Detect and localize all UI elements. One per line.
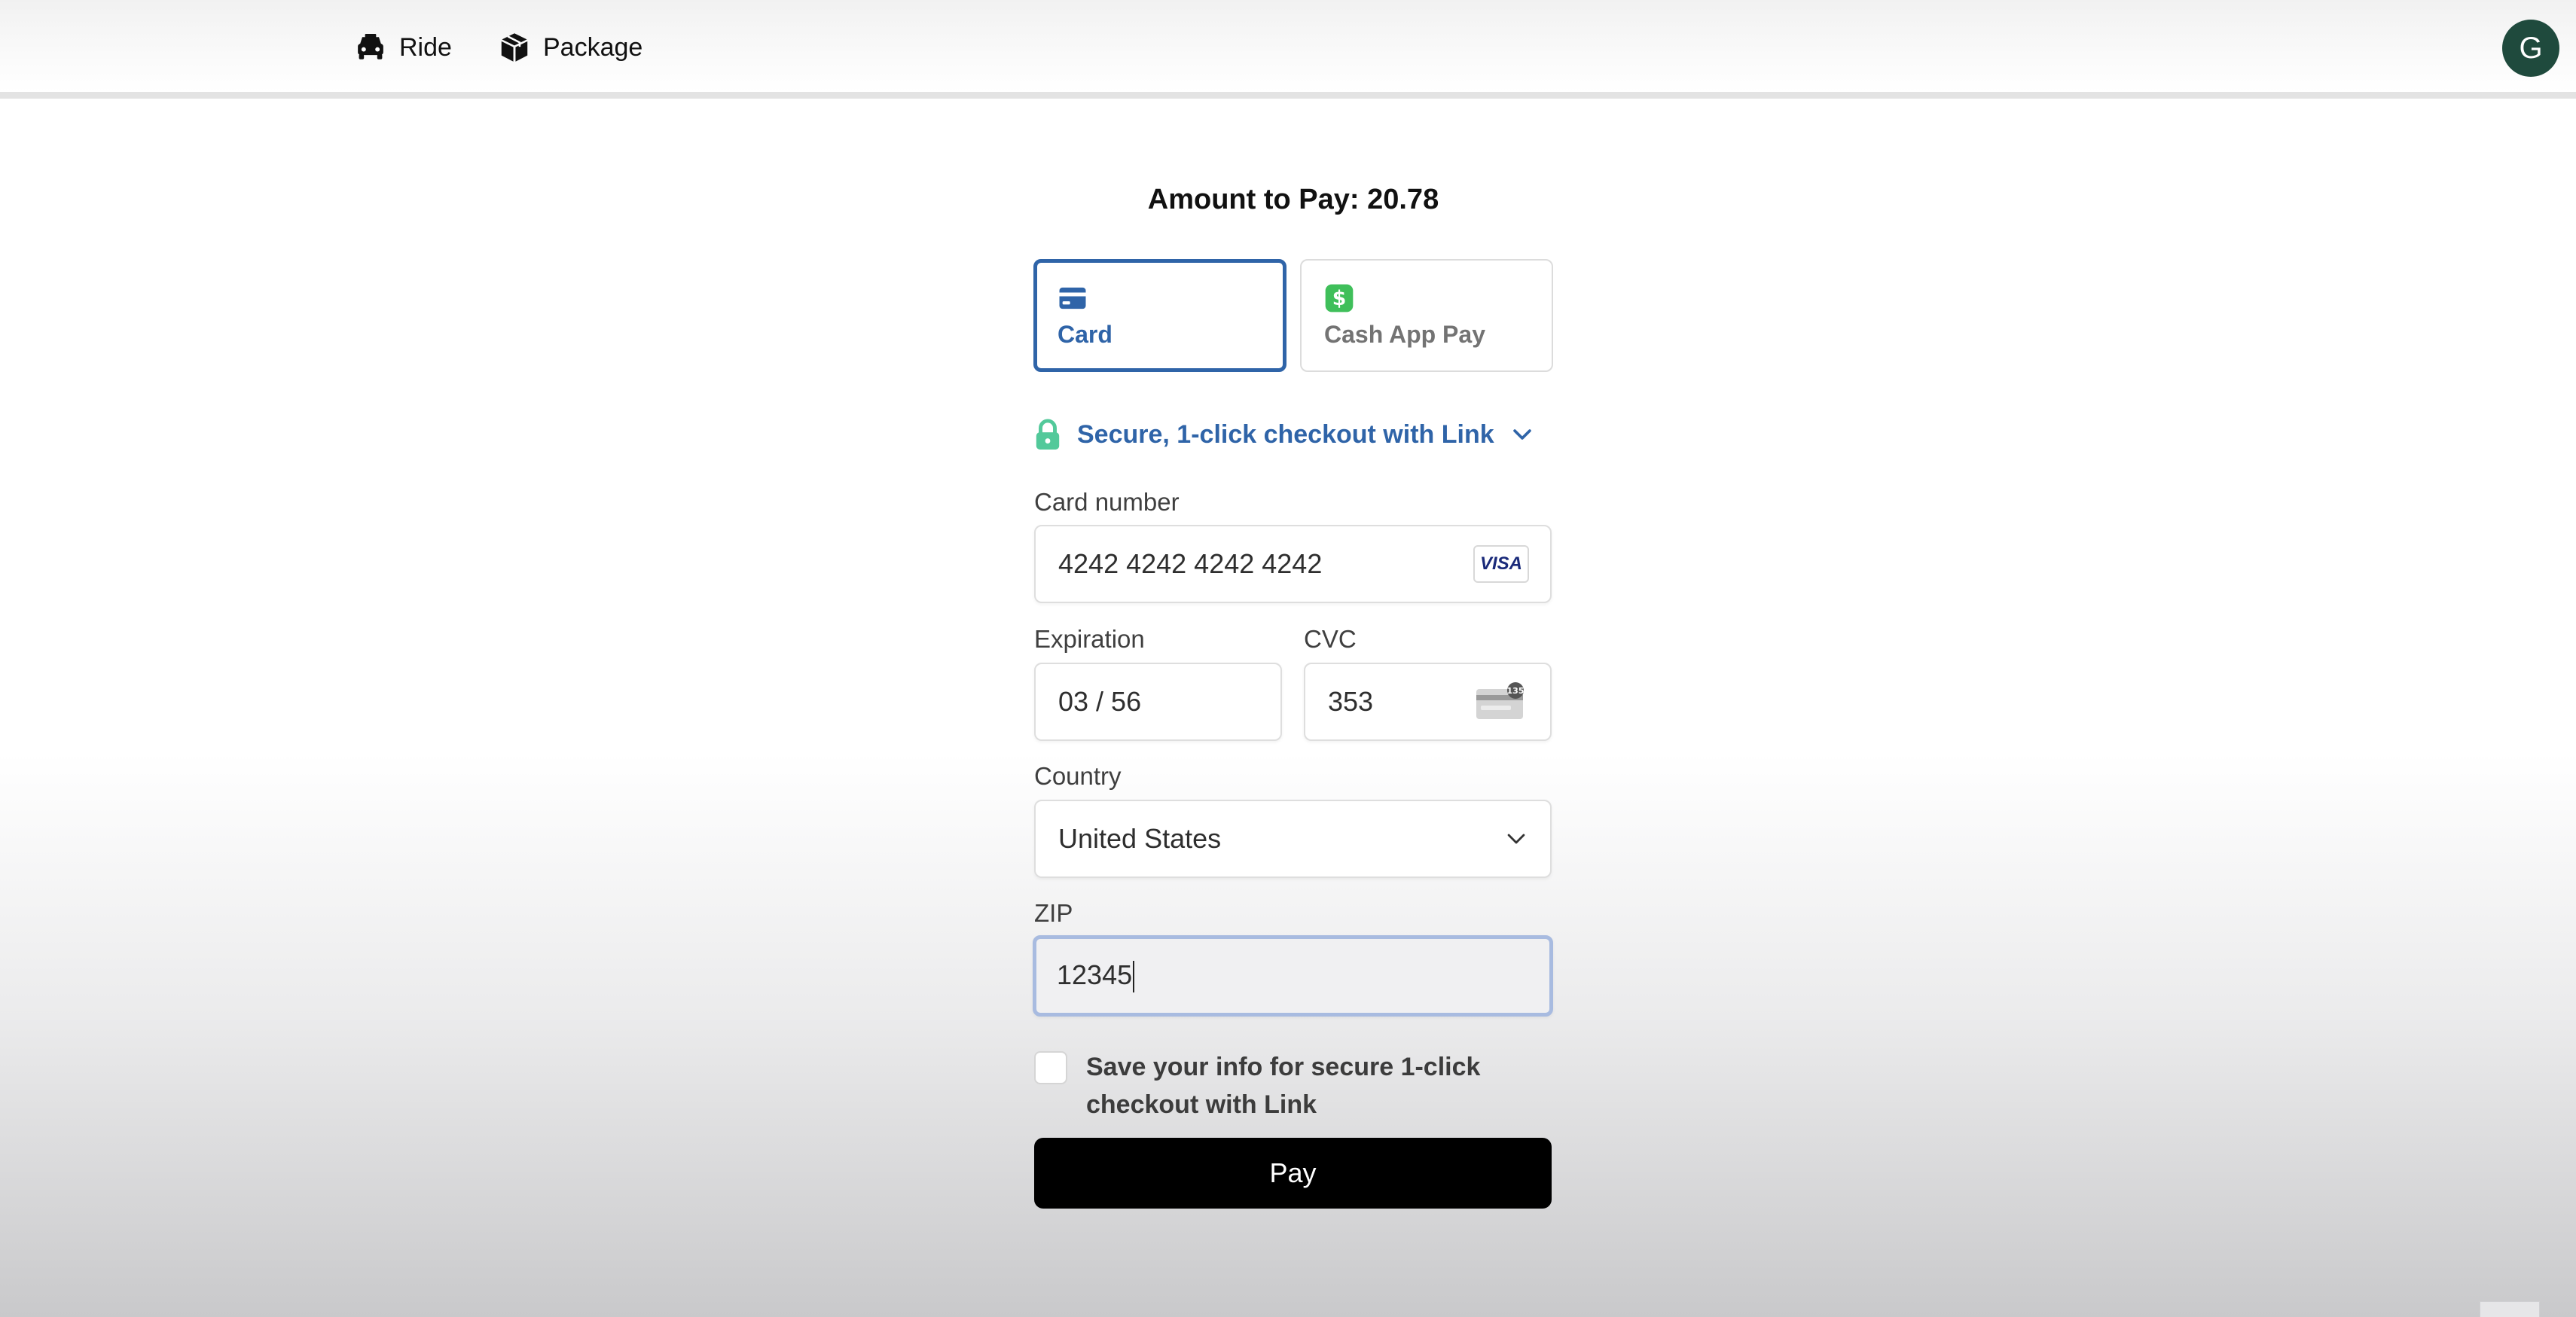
cvc-hint-text: 135 <box>1507 686 1525 696</box>
country-value: United States <box>1058 823 1222 854</box>
chevron-down-icon <box>1512 429 1531 440</box>
svg-text:$: $ <box>1332 287 1347 310</box>
nav-package-label: Package <box>543 32 643 62</box>
zip-field[interactable]: 12345 <box>1033 935 1553 1017</box>
corner-widget <box>2480 1301 2540 1317</box>
card-number-field[interactable]: 4242 4242 4242 4242 VISA <box>1034 525 1552 603</box>
text-caret <box>1133 961 1135 993</box>
package-icon <box>501 33 528 62</box>
pay-button[interactable]: Pay <box>1034 1138 1552 1209</box>
tab-card[interactable]: Card <box>1033 259 1286 372</box>
nav-ride-label: Ride <box>399 32 452 62</box>
cvc-label: CVC <box>1304 625 1357 653</box>
user-avatar[interactable]: G <box>2502 20 2559 77</box>
link-checkout-toggle[interactable]: Secure, 1-click checkout with Link <box>1033 416 1535 453</box>
cash-app-icon: $ <box>1325 284 1354 312</box>
expiration-field[interactable]: 03 / 56 <box>1034 663 1282 741</box>
expiration-value: 03 / 56 <box>1058 686 1142 717</box>
lock-icon <box>1036 419 1060 450</box>
avatar-initial: G <box>2519 31 2543 65</box>
tab-card-label: Card <box>1058 321 1113 348</box>
card-icon <box>1059 287 1086 309</box>
card-number-label: Card number <box>1034 488 1180 516</box>
car-icon <box>358 34 383 59</box>
save-info-label[interactable]: Save your info for secure 1-click checko… <box>1086 1048 1538 1123</box>
nav-ride[interactable]: Ride <box>354 27 452 68</box>
cvc-value: 353 <box>1328 686 1374 717</box>
expiration-label: Expiration <box>1034 625 1145 653</box>
tab-cash-app-label: Cash App Pay <box>1324 321 1485 348</box>
cvc-field[interactable]: 353 135 <box>1304 663 1552 741</box>
cvc-card-icon: 135 <box>1476 682 1525 719</box>
zip-label: ZIP <box>1034 899 1073 927</box>
tab-cash-app-pay[interactable]: $ Cash App Pay <box>1300 259 1553 372</box>
card-brand-text: VISA <box>1479 553 1522 574</box>
card-number-value: 4242 4242 4242 4242 <box>1058 548 1323 579</box>
zip-value: 12345 <box>1057 959 1133 990</box>
amount-to-pay: Amount to Pay: 20.78 <box>1147 184 1439 215</box>
top-nav-bar: Ride Package G <box>0 0 2576 99</box>
country-select[interactable]: United States <box>1034 800 1552 878</box>
pay-button-label: Pay <box>1269 1157 1317 1188</box>
nav-package[interactable]: Package <box>498 27 642 68</box>
link-checkout-text: Secure, 1-click checkout with Link <box>1077 419 1494 449</box>
chevron-down-icon <box>1507 834 1525 844</box>
save-info-checkbox[interactable] <box>1034 1051 1067 1084</box>
country-label: Country <box>1034 762 1122 790</box>
visa-icon: VISA <box>1473 545 1529 583</box>
